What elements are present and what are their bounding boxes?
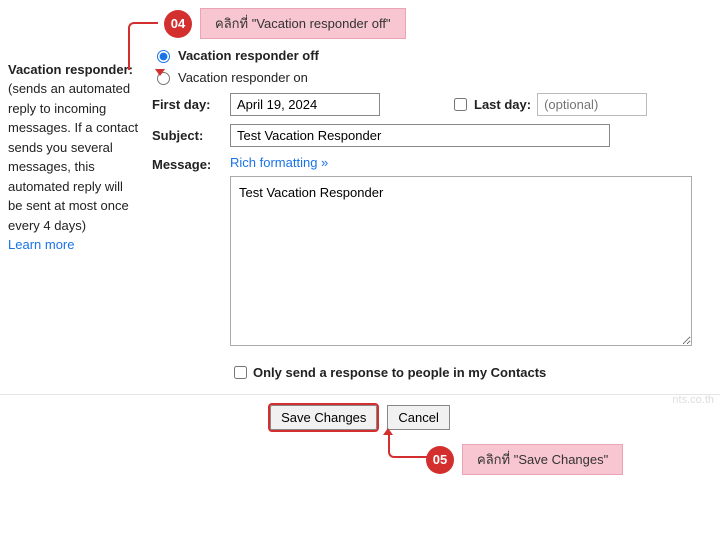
subject-input[interactable] [230, 124, 610, 147]
callout-04-text: คลิกที่ "Vacation responder off" [200, 8, 406, 39]
radio-on[interactable] [157, 72, 170, 85]
rich-formatting-link[interactable]: Rich formatting » [230, 155, 328, 170]
subject-label: Subject: [152, 128, 230, 143]
message-body: Rich formatting » [230, 155, 720, 349]
first-day-label: First day: [152, 97, 230, 112]
callout-04: 04 คลิกที่ "Vacation responder off" [164, 8, 720, 39]
callout-05-wrap: 05 คลิกที่ "Save Changes" [0, 434, 720, 484]
message-label: Message: [152, 155, 230, 349]
only-contacts-label[interactable]: Only send a response to people in my Con… [253, 365, 546, 380]
callout-04-badge: 04 [164, 10, 192, 38]
section-description: (sends an automated reply to incoming me… [8, 79, 140, 235]
footer-buttons: Save Changes Cancel [0, 395, 720, 434]
first-day-row: First day: Last day: [152, 93, 720, 116]
radio-row-off[interactable]: Vacation responder off [152, 47, 720, 63]
learn-more-link[interactable]: Learn more [8, 237, 74, 252]
cancel-button[interactable]: Cancel [387, 405, 449, 430]
radio-off-label[interactable]: Vacation responder off [178, 48, 319, 63]
save-changes-button[interactable]: Save Changes [270, 405, 377, 430]
callout-05-text: คลิกที่ "Save Changes" [462, 444, 623, 475]
callout-05: 05 คลิกที่ "Save Changes" [426, 444, 623, 475]
section-body: 04 คลิกที่ "Vacation responder off" Vaca… [148, 8, 720, 386]
first-day-input[interactable] [230, 93, 380, 116]
vacation-settings-section: Vacation responder: (sends an automated … [0, 0, 720, 395]
only-contacts-checkbox[interactable] [234, 366, 247, 379]
radio-row-on[interactable]: Vacation responder on [152, 69, 720, 85]
last-day-input[interactable] [537, 93, 647, 116]
callout-05-badge: 05 [426, 446, 454, 474]
section-sidebar: Vacation responder: (sends an automated … [8, 8, 148, 386]
message-textarea[interactable] [230, 176, 692, 346]
radio-on-label[interactable]: Vacation responder on [178, 70, 308, 85]
last-day-checkbox[interactable] [454, 98, 467, 111]
last-day-group: Last day: [450, 93, 647, 116]
last-day-label: Last day: [474, 97, 531, 112]
section-title: Vacation responder: [8, 62, 140, 77]
subject-row: Subject: [152, 124, 720, 147]
callout-05-leader [388, 434, 428, 458]
radio-off[interactable] [157, 50, 170, 63]
only-contacts-row: Only send a response to people in my Con… [230, 363, 720, 382]
message-row: Message: Rich formatting » [152, 155, 720, 349]
